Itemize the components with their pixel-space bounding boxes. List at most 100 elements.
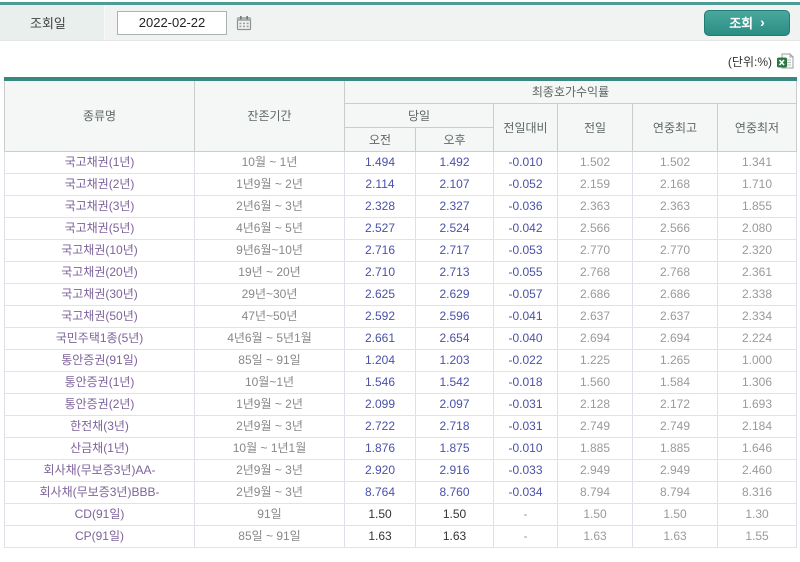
cell-pm-yield: 2.327 — [415, 194, 494, 218]
cell-change: -0.010 — [493, 436, 558, 460]
table-row: 회사채(무보증3년)BBB- 2년9월 ~ 3년 8.764 8.760 -0.034 8… — [4, 480, 797, 504]
cell-year-low: 2.361 — [717, 260, 797, 284]
cell-type-name: 국고채권(50년) — [4, 304, 195, 328]
header-year-high: 연중최고 — [632, 102, 718, 152]
cell-year-low: 1.306 — [717, 370, 797, 394]
cell-type-name: CD(91일) — [4, 502, 195, 526]
cell-year-high: 2.949 — [632, 458, 718, 482]
search-button[interactable]: 조회 › — [704, 9, 790, 36]
cell-type-name: CP(91일) — [4, 524, 195, 548]
header-year-low: 연중최저 — [717, 102, 797, 152]
cell-pm-yield: 1.492 — [415, 150, 494, 174]
cell-pm-yield: 1.63 — [415, 524, 494, 548]
cell-year-low: 1.000 — [717, 348, 797, 372]
cell-year-high: 2.172 — [632, 392, 718, 416]
date-input[interactable] — [117, 10, 227, 35]
excel-download-icon[interactable] — [777, 53, 794, 69]
cell-period: 9년6월~10년 — [194, 238, 345, 262]
cell-prev-yield: 2.768 — [557, 260, 633, 284]
cell-year-high: 2.168 — [632, 172, 718, 196]
table-row: 국고채권(30년) 29년~30년 2.625 2.629 -0.057 2.686 2.6… — [4, 282, 797, 306]
cell-change: -0.057 — [493, 282, 558, 306]
cell-year-high: 1.584 — [632, 370, 718, 394]
table-row: 통안증권(1년) 10월~1년 1.546 1.542 -0.018 1.560 1.584… — [4, 370, 797, 394]
cell-year-low: 1.855 — [717, 194, 797, 218]
cell-period: 10월 ~ 1년1월 — [194, 436, 345, 460]
cell-year-low: 1.55 — [717, 524, 797, 548]
cell-am-yield: 2.099 — [344, 392, 416, 416]
cell-pm-yield: 2.718 — [415, 414, 494, 438]
cell-change: -0.052 — [493, 172, 558, 196]
cell-pm-yield: 1.203 — [415, 348, 494, 372]
cell-period: 4년6월 ~ 5년 — [194, 216, 345, 240]
cell-period: 19년 ~ 20년 — [194, 260, 345, 284]
cell-prev-yield: 1.885 — [557, 436, 633, 460]
cell-pm-yield: 2.524 — [415, 216, 494, 240]
cell-period: 2년9월 ~ 3년 — [194, 458, 345, 482]
table-row: 한전채(3년) 2년9월 ~ 3년 2.722 2.718 -0.031 2.749 2.7… — [4, 414, 797, 438]
search-bar: 조회일 조회 › — [0, 5, 800, 41]
cell-prev-yield: 2.694 — [557, 326, 633, 350]
table-row: 국민주택1종(5년) 4년6월 ~ 5년1월 2.661 2.654 -0.040 2.6… — [4, 326, 797, 350]
cell-year-high: 2.363 — [632, 194, 718, 218]
cell-year-high: 2.637 — [632, 304, 718, 328]
cell-change: - — [493, 524, 558, 548]
cell-pm-yield: 2.654 — [415, 326, 494, 350]
cell-change: -0.010 — [493, 150, 558, 174]
cell-period: 4년6월 ~ 5년1월 — [194, 326, 345, 350]
cell-period: 91일 — [194, 502, 345, 526]
cell-type-name: 통안증권(91일) — [4, 348, 195, 372]
cell-period: 1년9월 ~ 2년 — [194, 392, 345, 416]
header-pm: 오후 — [415, 126, 494, 152]
cell-am-yield: 1.204 — [344, 348, 416, 372]
cell-type-name: 회사채(무보증3년)AA- — [4, 458, 195, 482]
cell-year-low: 2.184 — [717, 414, 797, 438]
cell-prev-yield: 2.128 — [557, 392, 633, 416]
cell-pm-yield: 2.629 — [415, 282, 494, 306]
cell-period: 85일 ~ 91일 — [194, 524, 345, 548]
cell-period: 47년~50년 — [194, 304, 345, 328]
chevron-right-icon: › — [760, 13, 765, 30]
table-row: 산금채(1년) 10월 ~ 1년1월 1.876 1.875 -0.010 1.885 1.… — [4, 436, 797, 460]
cell-change: -0.022 — [493, 348, 558, 372]
date-label: 조회일 — [30, 16, 66, 31]
cell-type-name: 한전채(3년) — [4, 414, 195, 438]
table-row: 국고채권(1년) 10월 ~ 1년 1.494 1.492 -0.010 1.502 1.5… — [4, 150, 797, 174]
cell-change: -0.055 — [493, 260, 558, 284]
cell-am-yield: 8.764 — [344, 480, 416, 504]
cell-year-high: 2.694 — [632, 326, 718, 350]
cell-pm-yield: 2.916 — [415, 458, 494, 482]
cell-am-yield: 2.716 — [344, 238, 416, 262]
cell-change: -0.031 — [493, 414, 558, 438]
header-am: 오전 — [344, 126, 416, 152]
table-row: 국고채권(50년) 47년~50년 2.592 2.596 -0.041 2.637 2.6… — [4, 304, 797, 328]
cell-type-name: 국민주택1종(5년) — [4, 326, 195, 350]
yield-table-header: 종류명 잔존기간 최종호가수익률 당일 전일대비 전일 연중최고 연중최저 오전… — [4, 78, 797, 152]
table-row: CD(91일) 91일 1.50 1.50-1.50 1.50 1.30 — [4, 502, 797, 526]
cell-year-high: 2.749 — [632, 414, 718, 438]
cell-prev-yield: 2.749 — [557, 414, 633, 438]
yield-table: 종류명 잔존기간 최종호가수익률 당일 전일대비 전일 연중최고 연중최저 오전… — [4, 77, 797, 548]
cell-change: -0.018 — [493, 370, 558, 394]
cell-change: -0.041 — [493, 304, 558, 328]
header-final-yield-group: 최종호가수익률 — [344, 78, 797, 104]
cell-type-name: 회사채(무보증3년)BBB- — [4, 480, 195, 504]
cell-year-low: 2.338 — [717, 282, 797, 306]
cell-period: 2년9월 ~ 3년 — [194, 480, 345, 504]
cell-year-high: 1.502 — [632, 150, 718, 174]
cell-am-yield: 2.710 — [344, 260, 416, 284]
cell-prev-yield: 1.502 — [557, 150, 633, 174]
calendar-icon[interactable] — [236, 15, 252, 31]
header-type: 종류명 — [4, 78, 195, 152]
cell-am-yield: 2.114 — [344, 172, 416, 196]
cell-pm-yield: 1.50 — [415, 502, 494, 526]
cell-prev-yield: 2.363 — [557, 194, 633, 218]
cell-pm-yield: 8.760 — [415, 480, 494, 504]
cell-change: -0.033 — [493, 458, 558, 482]
cell-year-high: 1.885 — [632, 436, 718, 460]
cell-am-yield: 2.625 — [344, 282, 416, 306]
cell-change: -0.042 — [493, 216, 558, 240]
cell-prev-yield: 8.794 — [557, 480, 633, 504]
cell-pm-yield: 2.097 — [415, 392, 494, 416]
unit-label: (단위:%) — [727, 54, 772, 69]
